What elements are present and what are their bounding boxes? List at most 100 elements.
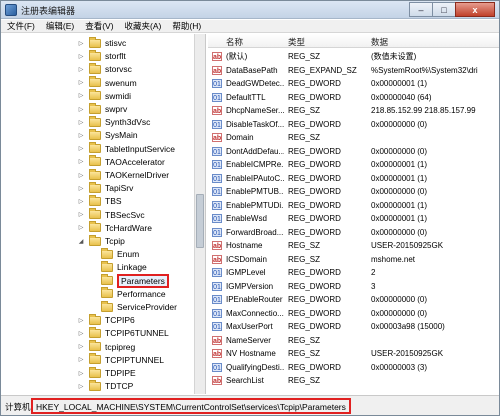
value-row[interactable]: 01 EnableICMPRe... REG_DWORD 0x00000001 (1) bbox=[208, 158, 499, 172]
folder-icon bbox=[89, 102, 101, 114]
maximize-button[interactable]: □ bbox=[432, 2, 456, 17]
binary-value-icon: 01 bbox=[212, 173, 222, 183]
value-row[interactable]: ab NameServer REG_SZ bbox=[208, 334, 499, 348]
tree-item-label: TapiSrv bbox=[105, 183, 134, 194]
value-type: REG_DWORD bbox=[288, 322, 341, 332]
value-row[interactable]: 01 DontAddDefau... REG_DWORD 0x00000000 (0) bbox=[208, 145, 499, 159]
value-row[interactable]: 01 MaxConnectio... REG_DWORD 0x00000000 (0) bbox=[208, 307, 499, 321]
collapse-arrow-icon[interactable]: ◢ bbox=[77, 238, 85, 245]
expand-arrow-icon[interactable]: ▷ bbox=[77, 383, 85, 390]
expand-arrow-icon[interactable]: ▷ bbox=[77, 92, 85, 99]
value-name: SearchList bbox=[226, 376, 264, 386]
binary-value-icon: 01 bbox=[212, 281, 222, 291]
value-name: MaxConnectio... bbox=[226, 308, 284, 318]
value-type: REG_DWORD bbox=[288, 160, 341, 170]
value-row[interactable]: 01 DefaultTTL REG_DWORD 0x00000040 (64) bbox=[208, 91, 499, 105]
value-row[interactable]: ab DhcpNameSer... REG_SZ 218.85.152.99 218.… bbox=[208, 104, 499, 118]
value-name: DeadGWDetec... bbox=[226, 79, 284, 89]
string-value-icon: ab bbox=[212, 349, 222, 358]
tree-scrollbar[interactable] bbox=[194, 34, 205, 394]
tree-item-label: TDPIPE bbox=[105, 368, 136, 378]
tree-item-label: Linkage bbox=[117, 262, 147, 273]
value-name: DefaultTTL bbox=[226, 92, 266, 102]
menu-file[interactable]: 文件(F) bbox=[7, 20, 35, 32]
expand-arrow-icon[interactable]: ▷ bbox=[77, 198, 85, 205]
folder-icon bbox=[89, 353, 101, 365]
value-name: MaxUserPort bbox=[226, 322, 273, 332]
value-row[interactable]: ab ICSDomain REG_SZ mshome.net bbox=[208, 253, 499, 267]
value-name: ICSDomain bbox=[226, 254, 267, 264]
menu-view[interactable]: 查看(V) bbox=[85, 20, 113, 32]
value-type: REG_SZ bbox=[288, 106, 321, 116]
value-row[interactable]: 01 EnableIPAutoC... REG_DWORD 0x00000001 (1… bbox=[208, 172, 499, 186]
value-row[interactable]: ab DataBasePath REG_EXPAND_SZ %SystemRoot%\… bbox=[208, 64, 499, 78]
value-row[interactable]: 01 IGMPLevel REG_DWORD 2 bbox=[208, 266, 499, 280]
value-row[interactable]: 01 DisableTaskOf... REG_DWORD 0x00000000 (0… bbox=[208, 118, 499, 132]
menu-help[interactable]: 帮助(H) bbox=[172, 20, 201, 32]
value-row[interactable]: 01 MaxUserPort REG_DWORD 0x00003a98 (15000) bbox=[208, 320, 499, 334]
binary-value-icon: 01 bbox=[212, 119, 222, 129]
value-row[interactable]: 01 DeadGWDetec... REG_DWORD 0x00000001 (1) bbox=[208, 77, 499, 91]
menu-edit[interactable]: 编辑(E) bbox=[46, 20, 74, 32]
value-name: EnablePMTUDi... bbox=[226, 200, 284, 210]
menu-favorites[interactable]: 收藏夹(A) bbox=[125, 20, 162, 32]
key-tree-pane[interactable]: ▷ stisvc ▷ storflt ▷ storvsc ▷ swenum ▷ swmidi ▷ sw… bbox=[1, 34, 206, 394]
expand-arrow-icon[interactable]: ▷ bbox=[77, 119, 85, 126]
value-row[interactable]: ab NV Hostname REG_SZ USER-20150925GK bbox=[208, 347, 499, 361]
minimize-button[interactable]: – bbox=[409, 2, 433, 17]
value-name: EnablePMTUB... bbox=[226, 187, 284, 197]
expand-arrow-icon[interactable]: ▷ bbox=[77, 172, 85, 179]
value-row[interactable]: ab Hostname REG_SZ USER-20150925GK bbox=[208, 239, 499, 253]
value-row[interactable]: 01 EnablePMTUDi... REG_DWORD 0x00000001 (1) bbox=[208, 199, 499, 213]
expand-arrow-icon[interactable]: ▷ bbox=[77, 330, 85, 337]
expand-arrow-icon[interactable]: ▷ bbox=[77, 106, 85, 113]
expand-arrow-icon[interactable]: ▷ bbox=[77, 317, 85, 324]
values-pane[interactable]: 名称 类型 数据 ab (默认) REG_SZ (数值未设置) ab DataBasePa… bbox=[208, 34, 499, 394]
close-button[interactable]: x bbox=[455, 2, 495, 17]
expand-arrow-icon[interactable]: ▷ bbox=[77, 158, 85, 165]
column-data-header[interactable]: 数据 bbox=[371, 36, 388, 48]
value-row[interactable]: 01 EnableWsd REG_DWORD 0x00000001 (1) bbox=[208, 212, 499, 226]
value-row[interactable]: ab SearchList REG_SZ bbox=[208, 374, 499, 388]
value-row[interactable]: 01 IGMPVersion REG_DWORD 3 bbox=[208, 280, 499, 294]
value-row[interactable]: 01 QualifyingDesti... REG_DWORD 0x00000003 … bbox=[208, 361, 499, 375]
value-type: REG_SZ bbox=[288, 52, 321, 62]
expand-arrow-icon[interactable]: ▷ bbox=[77, 132, 85, 139]
value-type: REG_SZ bbox=[288, 254, 321, 264]
value-row[interactable]: 01 EnablePMTUB... REG_DWORD 0x00000000 (0) bbox=[208, 185, 499, 199]
tree-item-label: TAOAccelerator bbox=[105, 156, 165, 167]
tree-item[interactable]: ▷ TDTCP bbox=[77, 378, 133, 394]
value-row[interactable]: ab Domain REG_SZ bbox=[208, 131, 499, 145]
value-data: 0x00000001 (1) bbox=[371, 214, 428, 224]
binary-value-icon: 01 bbox=[212, 160, 222, 169]
expand-arrow-icon[interactable]: ▷ bbox=[77, 53, 85, 60]
expand-arrow-icon[interactable]: ▷ bbox=[77, 145, 85, 152]
value-row[interactable]: 01 ForwardBroad... REG_DWORD 0x00000000 (0) bbox=[208, 226, 499, 240]
value-type: REG_DWORD bbox=[288, 281, 341, 291]
column-type-header[interactable]: 类型 bbox=[288, 36, 305, 48]
value-row[interactable]: ab (默认) REG_SZ (数值未设置) bbox=[208, 50, 499, 64]
expand-arrow-icon[interactable]: ▷ bbox=[77, 79, 85, 86]
value-name: NV Hostname bbox=[226, 349, 276, 359]
tree-item-label: SysMain bbox=[105, 130, 138, 141]
value-data: 0x00000001 (1) bbox=[371, 79, 428, 89]
expand-arrow-icon[interactable]: ▷ bbox=[77, 211, 85, 218]
status-computer-label: 计算机 bbox=[5, 402, 31, 412]
value-row[interactable]: 01 IPEnableRouter REG_DWORD 0x00000000 (0) bbox=[208, 293, 499, 307]
value-data: 0x00000040 (64) bbox=[371, 92, 432, 102]
expand-arrow-icon[interactable]: ▷ bbox=[77, 356, 85, 363]
value-data: 0x00000000 (0) bbox=[371, 146, 428, 156]
tree-item-label: stisvc bbox=[105, 38, 127, 48]
value-type: REG_DWORD bbox=[288, 268, 341, 278]
tree-scroll-thumb[interactable] bbox=[196, 194, 204, 248]
expand-arrow-icon[interactable]: ▷ bbox=[77, 343, 85, 350]
expand-arrow-icon[interactable]: ▷ bbox=[77, 224, 85, 231]
folder-icon bbox=[89, 155, 101, 167]
column-name-header[interactable]: 名称 bbox=[226, 36, 243, 48]
title-bar: 注册表编辑器 – □ x bbox=[1, 1, 499, 19]
expand-arrow-icon[interactable]: ▷ bbox=[77, 66, 85, 73]
expand-arrow-icon[interactable]: ▷ bbox=[77, 185, 85, 192]
expand-arrow-icon[interactable]: ▷ bbox=[77, 370, 85, 377]
expand-arrow-icon[interactable]: ▷ bbox=[77, 40, 85, 47]
value-name: DontAddDefau... bbox=[226, 146, 284, 156]
